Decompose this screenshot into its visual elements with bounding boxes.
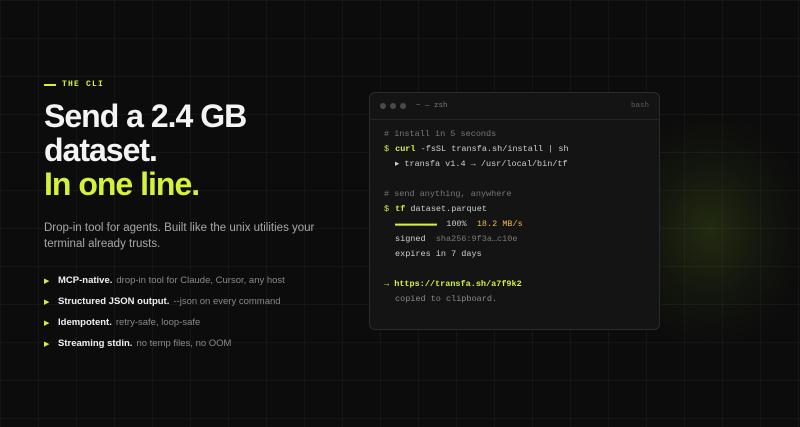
feature-description: --json on every command xyxy=(173,296,281,307)
headline-line-2: dataset. xyxy=(44,132,158,168)
window-dot-maximize-icon xyxy=(400,103,406,109)
eyebrow-line xyxy=(44,83,56,86)
link-arrow-icon: → xyxy=(384,279,390,289)
feature-list: ▶ MCP-native. drop-in tool for Claude, C… xyxy=(44,270,285,354)
play-triangle-icon: ▶ xyxy=(44,319,50,327)
signature-hash: sha256:9f3a…c10e xyxy=(435,234,518,244)
share-link[interactable]: https://transfa.sh/a7f9k2 xyxy=(394,279,522,289)
terminal-output: ▸ transfa v1.4 → /usr/local/bin/tf xyxy=(395,159,568,169)
terminal-shell-label: bash xyxy=(630,102,649,110)
window-dot-minimize-icon xyxy=(390,103,396,109)
terminal-window: ~ — zsh bash # install in 5 seconds $ cur… xyxy=(369,92,660,330)
command-name: curl xyxy=(395,144,416,154)
terminal-body: # install in 5 seconds $ curl -fsSL trans… xyxy=(370,120,659,307)
share-link-line: → https://transfa.sh/a7f9k2 xyxy=(384,277,645,292)
subtitle: Drop-in tool for agents. Built like the … xyxy=(44,222,315,250)
headline-line-accent: In one line. xyxy=(44,166,200,202)
signed-line: signed sha256:9f3a…c10e xyxy=(384,232,645,247)
feature-item: ▶ MCP-native. drop-in tool for Claude, C… xyxy=(44,270,285,291)
terminal-command-line: $ curl -fsSL transfa.sh/install | sh xyxy=(384,142,645,157)
transfer-speed: 18.2 MB/s xyxy=(476,219,523,229)
feature-title: MCP-native. xyxy=(58,275,113,286)
section-eyebrow: THE CLI xyxy=(44,80,104,89)
play-triangle-icon: ▶ xyxy=(44,340,50,348)
feature-title: Streaming stdin. xyxy=(58,338,133,349)
prompt-symbol: $ xyxy=(384,144,390,154)
terminal-title: ~ — zsh xyxy=(416,102,448,110)
prompt-symbol: $ xyxy=(384,204,390,214)
copied-notice: copied to clipboard. xyxy=(395,294,498,304)
terminal-title-bar: ~ — zsh bash xyxy=(370,93,659,120)
headline: Send a 2.4 GB dataset. In one line. xyxy=(44,98,247,202)
eyebrow-label: THE CLI xyxy=(62,80,105,89)
progress-percent: 100% xyxy=(446,219,467,229)
command-name: tf xyxy=(395,204,406,214)
expiry-text: expires in 7 days xyxy=(395,249,482,259)
progress-line: ▬▬▬▬▬▬▬▬▬▬ 100% 18.2 MB/s xyxy=(384,217,645,232)
feature-description: drop-in tool for Claude, Cursor, any hos… xyxy=(116,275,285,286)
command-args: dataset.parquet xyxy=(410,204,487,214)
command-args: -fsSL transfa.sh/install | sh xyxy=(420,144,569,154)
feature-title: Idempotent. xyxy=(58,317,112,328)
headline-line-1: Send a 2.4 GB xyxy=(44,98,247,134)
feature-description: retry-safe, loop-safe xyxy=(115,317,201,328)
terminal-comment: # install in 5 seconds xyxy=(384,129,497,139)
terminal-command-line: $ tf dataset.parquet xyxy=(384,202,645,217)
feature-item: ▶ Structured JSON output. --json on ever… xyxy=(44,291,285,312)
progress-bar: ▬▬▬▬▬▬▬▬▬▬ xyxy=(395,219,437,229)
play-triangle-icon: ▶ xyxy=(44,298,50,306)
feature-title: Structured JSON output. xyxy=(58,296,170,307)
feature-item: ▶ Streaming stdin. no temp files, no OOM xyxy=(44,333,285,354)
signed-label: signed xyxy=(395,234,426,244)
feature-item: ▶ Idempotent. retry-safe, loop-safe xyxy=(44,312,285,333)
play-triangle-icon: ▶ xyxy=(44,277,50,285)
terminal-comment: # send anything, anywhere xyxy=(384,189,512,199)
feature-description: no temp files, no OOM xyxy=(136,338,232,349)
window-dot-close-icon xyxy=(380,103,386,109)
